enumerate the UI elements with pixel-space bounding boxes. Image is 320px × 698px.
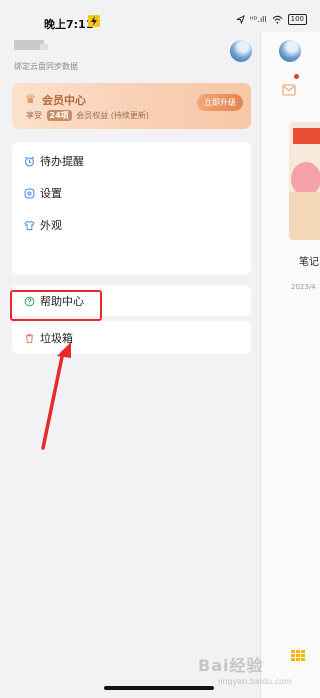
menu-item-appearance[interactable]: 外观 xyxy=(24,215,62,235)
settings-icon xyxy=(24,188,35,199)
note-thumbnail-figure xyxy=(291,162,320,196)
avatar[interactable] xyxy=(279,40,301,62)
cloud-sync-hint[interactable]: 绑定云盘同步数据 xyxy=(14,61,78,72)
watermark-url: jingyan.baidu.com xyxy=(218,677,292,686)
menu-item-settings[interactable]: 设置 xyxy=(24,183,62,203)
alarm-clock-icon xyxy=(24,156,35,167)
tshirt-icon xyxy=(24,220,35,231)
upgrade-button[interactable]: 立即升级 xyxy=(197,94,243,111)
vip-desc-prefix: 享受 xyxy=(26,111,42,120)
notification-dot xyxy=(294,74,299,79)
note-thumbnail[interactable] xyxy=(289,122,320,240)
wifi-icon xyxy=(272,15,283,24)
status-time: 晚上7:11 xyxy=(44,18,94,31)
note-thumbnail-base xyxy=(289,192,320,240)
vip-title: 会员中心 xyxy=(42,94,86,107)
watermark: Bai经验 xyxy=(198,656,264,675)
vip-benefit-count: 24项 xyxy=(46,110,72,121)
trash-icon xyxy=(24,333,35,344)
crown-icon: ♛ xyxy=(25,92,36,106)
vip-desc-suffix: 会员权益 (持续更新) xyxy=(76,111,150,120)
lightning-icon xyxy=(88,15,100,27)
main-panel-peek: 笔记 2023/4 xyxy=(260,32,320,698)
highlight-box xyxy=(10,290,102,321)
grid-view-icon[interactable] xyxy=(291,650,306,662)
menu-label-appearance: 外观 xyxy=(40,219,62,232)
message-icon[interactable] xyxy=(282,84,296,96)
home-indicator[interactable] xyxy=(104,686,214,690)
account-name[interactable] xyxy=(14,40,48,50)
note-thumbnail-banner xyxy=(293,128,320,144)
vip-card[interactable]: ♛ 会员中心 享受 24项 会员权益 (持续更新) 立即升级 xyxy=(12,83,251,129)
menu-card-main: 待办提醒 设置 外观 xyxy=(12,142,251,275)
vip-description: 享受 24项 会员权益 (持续更新) xyxy=(26,110,149,121)
menu-label-settings: 设置 xyxy=(40,187,62,200)
location-arrow-icon xyxy=(236,15,245,24)
note-date: 2023/4 xyxy=(291,283,316,291)
annotation-arrow-icon xyxy=(41,342,71,450)
menu-label-todo-reminder: 待办提醒 xyxy=(40,155,84,168)
signal-icon: ᴴᴰ.ıll xyxy=(249,15,267,24)
avatar[interactable] xyxy=(230,40,252,62)
note-title: 笔记 xyxy=(299,257,319,268)
menu-item-todo-reminder[interactable]: 待办提醒 xyxy=(24,151,84,171)
battery-icon: 100 xyxy=(287,14,307,25)
status-icons: ᴴᴰ.ıll 100 xyxy=(236,14,307,25)
